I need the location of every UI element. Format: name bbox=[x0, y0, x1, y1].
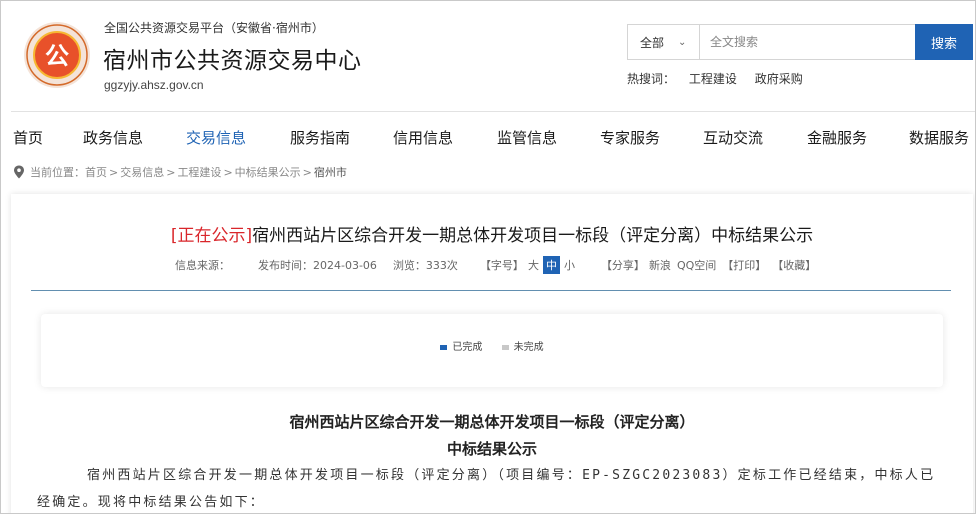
hot-word-link[interactable]: 政府采购 bbox=[755, 72, 803, 86]
meta-views: 浏览：333次 bbox=[392, 259, 458, 272]
nav-item-gov-info[interactable]: 政务信息 bbox=[83, 127, 143, 148]
breadcrumb: 当前位置： 首页 > 交易信息 > 工程建设 > 中标结果公示 > 宿州市 bbox=[13, 164, 347, 180]
logo-glyph: 公 bbox=[45, 42, 69, 70]
site-header: 公 全国公共资源交易平台（安徽省·宿州市） 宿州市公共资源交易中心 ggzyjy… bbox=[1, 1, 975, 111]
legend-pending: 未完成 bbox=[501, 342, 544, 353]
body-paragraph: 宿州西站片区综合开发一期总体开发项目一标段（评定分离）（项目编号：EP-SZGC… bbox=[37, 468, 936, 510]
legend-done: 已完成 bbox=[440, 342, 482, 353]
legend-pending-swatch bbox=[501, 344, 509, 350]
site-title[interactable]: 宿州市公共资源交易中心 bbox=[103, 41, 362, 75]
font-size-small[interactable]: 小 bbox=[564, 257, 575, 273]
chevron-down-icon: ⌄ bbox=[678, 36, 687, 48]
nav-item-expert[interactable]: 专家服务 bbox=[600, 127, 660, 148]
nav-item-data[interactable]: 数据服务 bbox=[909, 127, 969, 148]
progress-legend: 已完成 未完成 bbox=[41, 338, 943, 353]
search-input[interactable] bbox=[700, 25, 915, 59]
nav-divider bbox=[11, 111, 975, 112]
progress-panel: 已完成 未完成 bbox=[41, 314, 943, 387]
share-label: 【分享】 bbox=[600, 259, 645, 272]
main-nav: 首页 政务信息 交易信息 服务指南 信用信息 监管信息 专家服务 互动交流 金融… bbox=[1, 119, 975, 155]
hot-words: 热搜词： 工程建设 政府采购 bbox=[627, 70, 817, 87]
nav-item-trade-info[interactable]: 交易信息 bbox=[186, 127, 246, 148]
search-scope-select[interactable]: 全部 ⌄ bbox=[628, 25, 700, 59]
nav-item-supervision[interactable]: 监管信息 bbox=[497, 127, 557, 148]
breadcrumb-item[interactable]: 交易信息 bbox=[120, 164, 164, 180]
nav-item-finance[interactable]: 金融服务 bbox=[807, 127, 867, 148]
breadcrumb-item[interactable]: 宿州市 bbox=[314, 164, 347, 180]
font-size-label: 【字号】 bbox=[479, 259, 524, 272]
print-link[interactable]: 【打印】 bbox=[722, 257, 766, 273]
search-scope-value: 全部 bbox=[640, 35, 665, 50]
location-pin-icon bbox=[14, 165, 24, 179]
article-title: [正在公示]宿州西站片区综合开发一期总体开发项目一标段（评定分离）中标结果公示 bbox=[11, 221, 973, 246]
nav-item-service-guide[interactable]: 服务指南 bbox=[290, 127, 350, 148]
browser-page: 公 全国公共资源交易平台（安徽省·宿州市） 宿州市公共资源交易中心 ggzyjy… bbox=[0, 0, 976, 514]
site-logo[interactable]: 公 bbox=[23, 21, 91, 89]
title-divider bbox=[31, 290, 951, 291]
site-domain: ggzyjy.ahsz.gov.cn bbox=[104, 78, 204, 92]
nav-item-interaction[interactable]: 互动交流 bbox=[703, 127, 763, 148]
breadcrumb-item[interactable]: 中标结果公示 bbox=[235, 164, 301, 180]
search-bar: 全部 ⌄ 搜索 bbox=[627, 24, 973, 60]
breadcrumb-item[interactable]: 首页 bbox=[85, 164, 107, 180]
article-card: [正在公示]宿州西站片区综合开发一期总体开发项目一标段（评定分离）中标结果公示 … bbox=[11, 194, 973, 513]
meta-source: 信息来源： bbox=[175, 259, 230, 272]
platform-name: 全国公共资源交易平台（安徽省·宿州市） bbox=[104, 21, 324, 35]
font-size-large[interactable]: 大 bbox=[528, 257, 539, 273]
nav-item-credit-info[interactable]: 信用信息 bbox=[393, 127, 453, 148]
hot-words-label: 热搜词： bbox=[627, 72, 676, 86]
body-subheading: 中标结果公示 bbox=[446, 440, 537, 458]
share-qzone-link[interactable]: QQ空间 bbox=[677, 257, 716, 273]
article-meta: 信息来源： 发布时间：2024-03-06 浏览：333次 【字号】 大 中 小… bbox=[175, 256, 822, 274]
article-title-text: 宿州西站片区综合开发一期总体开发项目一标段（评定分离）中标结果公示 bbox=[252, 226, 814, 246]
nav-item-home[interactable]: 首页 bbox=[13, 127, 43, 148]
meta-date: 发布时间：2024-03-06 bbox=[258, 259, 377, 272]
collect-link[interactable]: 【收藏】 bbox=[772, 257, 816, 273]
body-heading: 宿州西站片区综合开发一期总体开发项目一标段（评定分离） bbox=[289, 413, 695, 431]
share-sina-link[interactable]: 新浪 bbox=[649, 257, 671, 273]
font-size-medium[interactable]: 中 bbox=[542, 256, 560, 274]
breadcrumb-label: 当前位置： bbox=[30, 166, 85, 179]
status-tag: [正在公示] bbox=[170, 226, 253, 246]
hot-word-link[interactable]: 工程建设 bbox=[689, 72, 737, 86]
breadcrumb-item[interactable]: 工程建设 bbox=[177, 164, 221, 180]
search-button[interactable]: 搜索 bbox=[915, 24, 973, 60]
legend-done-swatch bbox=[440, 344, 448, 350]
